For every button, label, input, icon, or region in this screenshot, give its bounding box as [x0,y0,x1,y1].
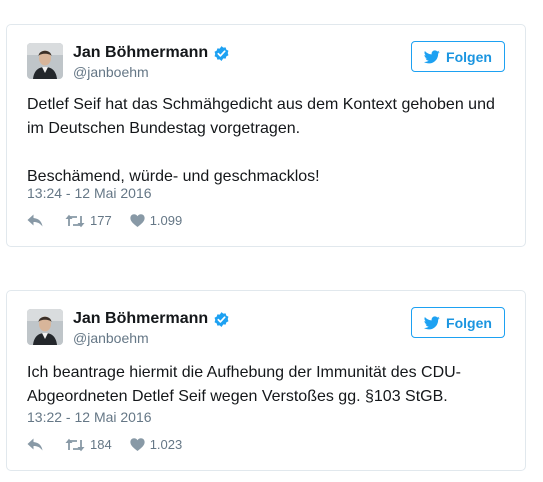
tweet-text: Ich beantrage hiermit die Aufhebung der … [27,364,462,405]
follow-label: Folgen [446,314,492,331]
follow-label: Folgen [446,48,492,65]
display-name[interactable]: Jan Böhmermann [73,310,208,328]
avatar[interactable] [27,309,63,345]
handle[interactable]: @janboehm [73,64,149,80]
display-name[interactable]: Jan Böhmermann [73,44,208,62]
retweet-icon [65,214,85,227]
tweet-card: Jan Böhmermann @janboehm Folgen Ich bean… [6,290,526,471]
like-button[interactable]: 1.023 [130,437,183,452]
follow-button[interactable]: Folgen [411,41,505,72]
retweet-count: 177 [90,213,112,228]
retweet-icon [65,438,85,451]
tweet-text: Detlef Seif hat das Schmähgedicht aus de… [27,96,495,185]
retweet-button[interactable]: 184 [65,437,112,452]
like-button[interactable]: 1.099 [130,213,183,228]
verified-badge-icon [213,311,230,328]
follow-button[interactable]: Folgen [411,307,505,338]
reply-button[interactable] [27,214,43,227]
like-count: 1.099 [149,213,183,228]
reply-icon [27,438,43,451]
avatar[interactable] [27,43,63,79]
tweet-actions: 184 1.023 [27,437,182,452]
timestamp[interactable]: 13:24 - 12 Mai 2016 [27,185,152,201]
like-count: 1.023 [149,437,183,452]
heart-icon [130,214,145,227]
verified-badge-icon [213,45,230,62]
tweet-actions: 177 1.099 [27,213,182,228]
retweet-count: 184 [90,437,112,452]
reply-icon [27,214,43,227]
tweet-card: Jan Böhmermann @janboehm Folgen Detlef S… [6,24,526,247]
twitter-bird-icon [424,49,440,63]
handle[interactable]: @janboehm [73,330,149,346]
heart-icon [130,438,145,451]
retweet-button[interactable]: 177 [65,213,112,228]
timestamp[interactable]: 13:22 - 12 Mai 2016 [27,409,152,425]
reply-button[interactable] [27,438,43,451]
twitter-bird-icon [424,315,440,329]
